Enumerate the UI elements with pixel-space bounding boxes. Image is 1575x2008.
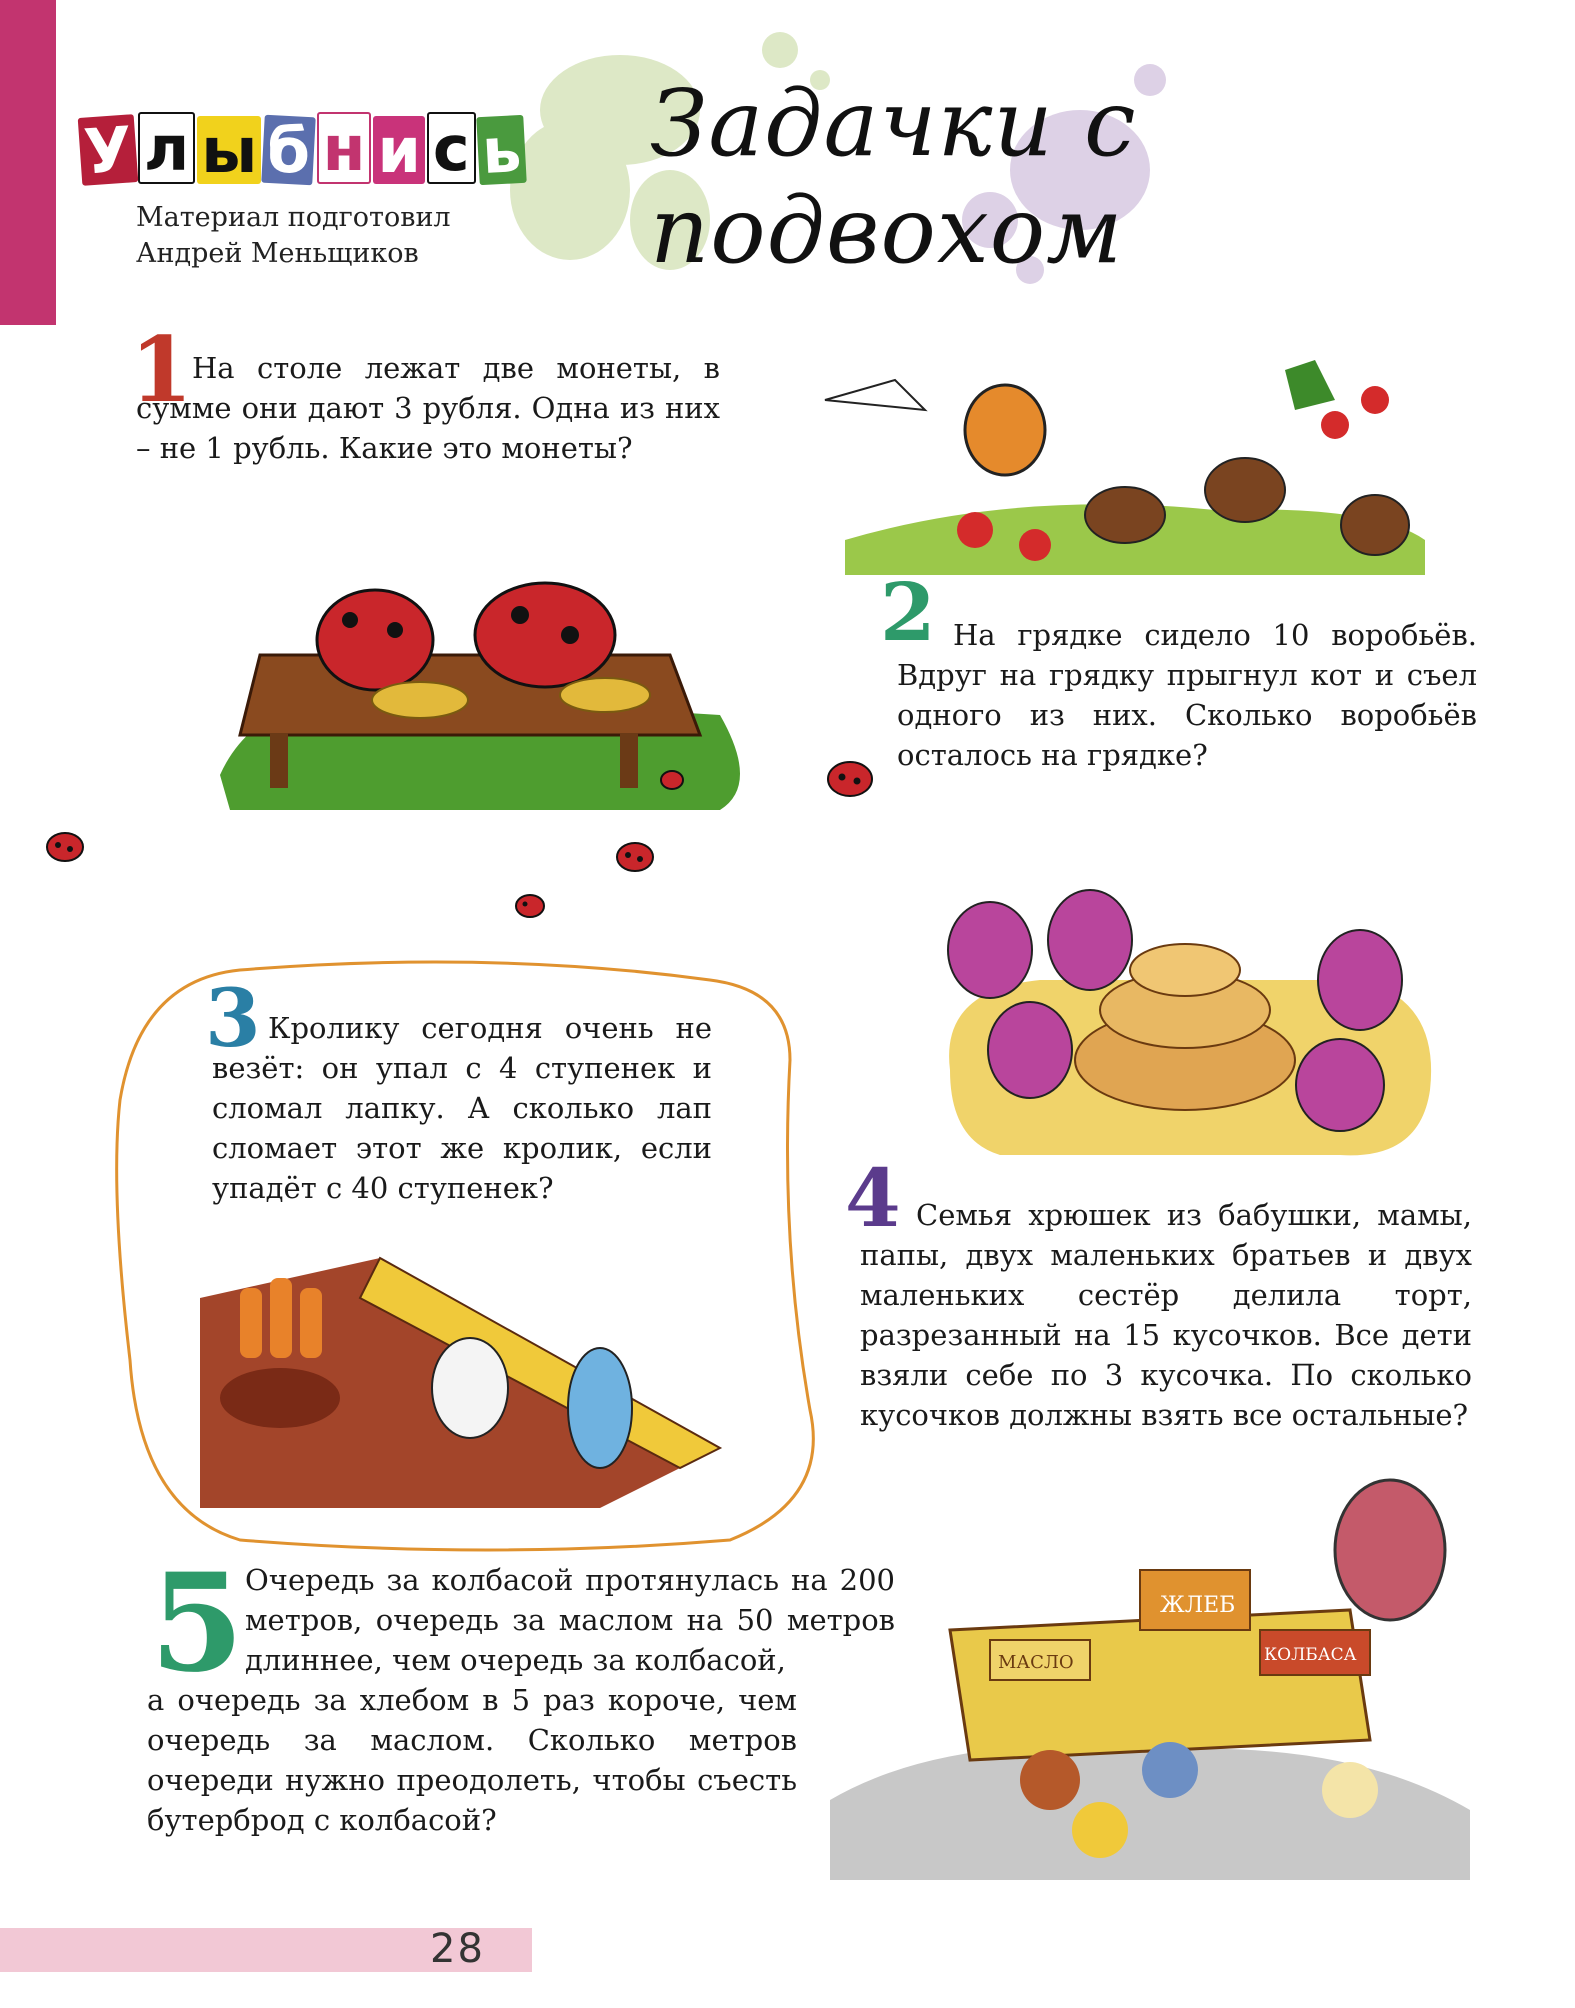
- problem-number: 5: [150, 1543, 244, 1702]
- section-sidebar-bar: [0, 0, 56, 325]
- logo-letter: ь: [475, 113, 527, 188]
- credit-author: Андрей Меньщиков: [136, 238, 419, 269]
- logo-letter: н: [316, 112, 372, 184]
- shop-sign-sausage: КОЛБАСА: [1264, 1645, 1357, 1665]
- ladybug-icon: [515, 894, 545, 918]
- problem-text: Кролику сегодня очень не везёт: он упал …: [212, 1011, 712, 1205]
- rabbit-stairs-illustration: [200, 1256, 723, 1508]
- section-logo: У л ы б н и с ь: [77, 92, 527, 189]
- problem-text-first: Очередь за колбасой протянулась на 200 м…: [245, 1563, 895, 1677]
- logo-letter: ы: [197, 116, 262, 184]
- logo-letter: с: [426, 112, 476, 184]
- shops-queue-illustration: ЖЛЕБ КОЛБАСА МАСЛО: [830, 1478, 1470, 1880]
- shop-sign-butter: МАСЛО: [998, 1652, 1074, 1673]
- problem-text: Семья хрюшек из бабушки, мамы, папы, дву…: [860, 1198, 1472, 1432]
- ladybug-icon: [827, 761, 873, 797]
- problem-text: На грядке сидело 10 воробьёв. Вдруг на г…: [897, 618, 1477, 772]
- shop-sign-bread: ЖЛЕБ: [1160, 1593, 1235, 1618]
- page-title: Задачки с подвохом: [650, 70, 1137, 284]
- pigs-cake-illustration: [947, 889, 1432, 1156]
- logo-letter: л: [137, 112, 196, 184]
- credit-line: Материал подготовил: [136, 202, 451, 233]
- problem-text-rest: а очередь за хлебом в 5 раз короче, чем …: [147, 1683, 797, 1837]
- author-credit: Материал подготовил Андрей Меньщиков: [136, 200, 451, 272]
- logo-letter: У: [77, 112, 139, 189]
- cat-sparrows-illustration: [824, 360, 1425, 575]
- problem-text: На столе лежат две монеты, в сумме они д…: [136, 351, 720, 465]
- logo-letter: б: [261, 113, 317, 188]
- ladybug-icon: [616, 842, 654, 872]
- page-number: 28: [430, 1926, 485, 1972]
- ladybug-icon: [660, 770, 684, 790]
- ladybug-icon: [46, 832, 84, 862]
- logo-letter: и: [373, 116, 425, 184]
